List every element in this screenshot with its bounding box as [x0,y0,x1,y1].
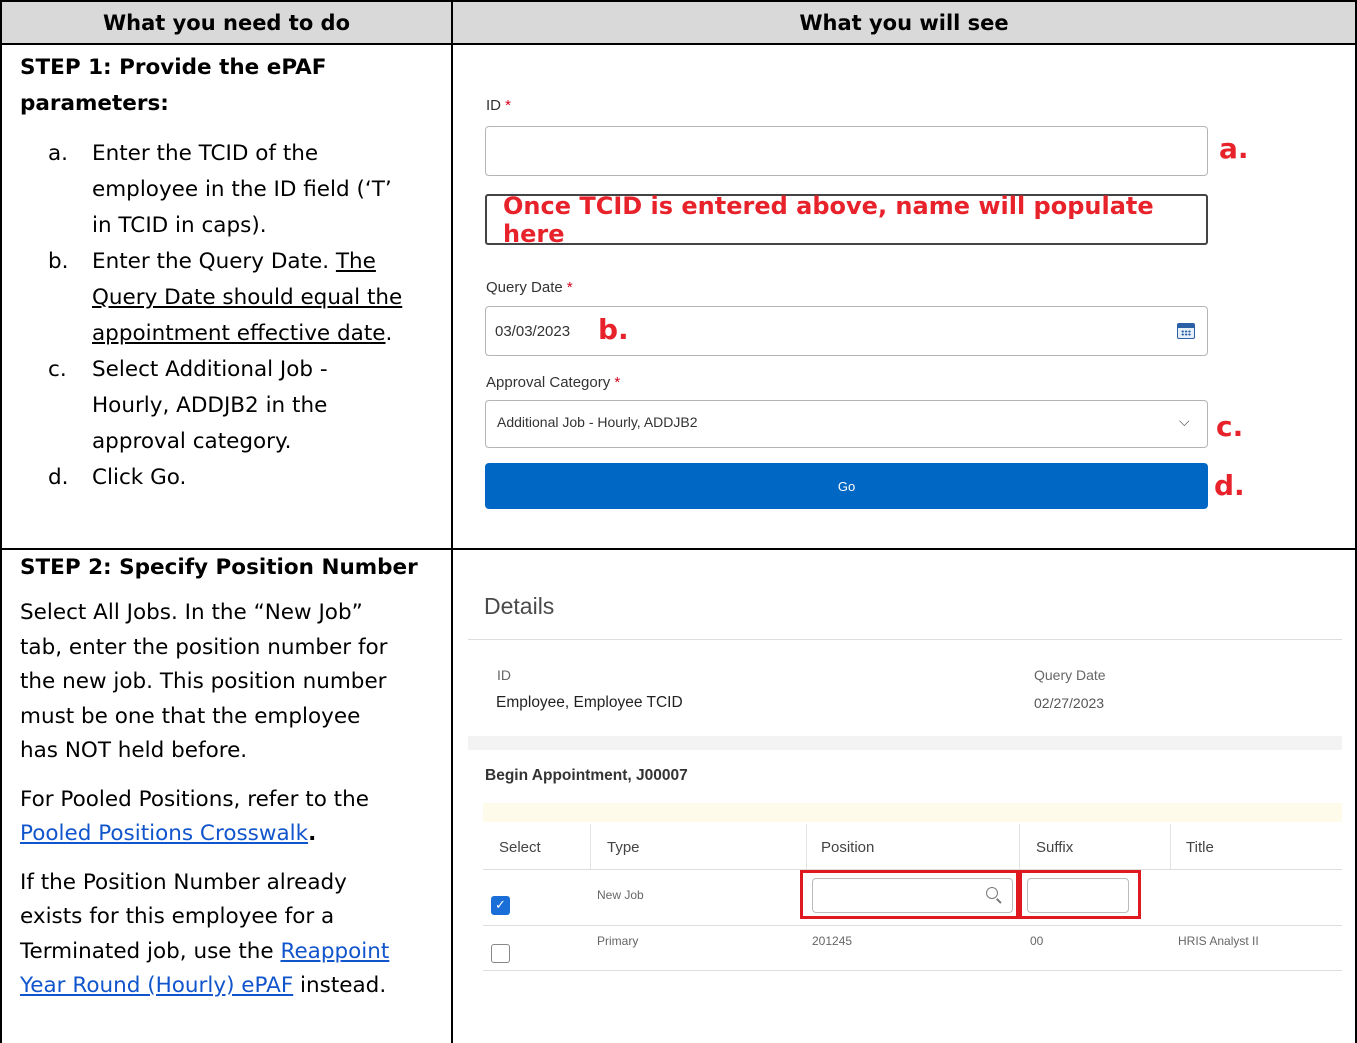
header-left: What you need to do [2,2,451,43]
step2-title: STEP 2: Specify Position Number [20,555,418,580]
step2-para2: For Pooled Positions, refer to the Poole… [20,786,369,847]
details-title: Details [484,593,555,619]
reappoint-link[interactable]: Reappoint [280,939,389,964]
col-type: Type [607,839,640,856]
list-item: d. Click Go. [48,465,187,490]
section-band [468,736,1342,750]
go-button[interactable]: Go [485,463,1208,509]
approval-category-value: Additional Job - Hourly, ADDJB2 [497,414,698,430]
select-checkbox-unchecked[interactable] [491,944,510,963]
calendar-icon[interactable] [1177,323,1195,339]
row-separator [483,925,1342,926]
approval-category-label: Approval Category * [486,374,621,391]
step1-title: STEP 1: Provide the ePAF parameters: [20,55,327,116]
callout-c: c. [1216,410,1244,443]
step2-instructions: STEP 2: Specify Position Number Select A… [20,550,445,1004]
row-position: 201245 [812,934,853,948]
details-separator [468,639,1342,640]
appointment-title: Begin Appointment, J00007 [485,767,688,784]
details-query-date-value: 02/27/2023 [1034,695,1105,711]
callout-d: d. [1214,469,1245,502]
query-date-value: 03/03/2023 [495,323,571,340]
reappoint-link-continued[interactable]: Year Round (Hourly) ePAF [20,973,293,998]
column-separator [590,824,591,869]
row-type: New Job [597,888,644,902]
position-search-input[interactable] [812,878,1013,913]
col-position: Position [821,839,875,856]
chevron-down-icon: ⌵ [1179,414,1190,430]
row-suffix: 00 [1030,934,1044,948]
suffix-input[interactable] [1027,878,1129,913]
header-divider [0,43,1357,45]
step2-para1: Select All Jobs. In the “New Job” tab, e… [20,600,388,763]
step1-instructions: STEP 1: Provide the ePAF parameters: a. … [20,50,445,496]
header-right: What you will see [453,2,1355,43]
col-title: Title [1186,839,1214,856]
step2-para3: If the Position Number already exists fo… [20,869,390,999]
list-item: c. Select Additional Job - Hourly, ADDJB… [48,357,328,454]
list-item: b. Enter the Query Date. The Query Date … [48,249,403,346]
column-separator [1019,824,1020,869]
callout-b: b. [598,313,629,346]
row-title: HRIS Analyst II [1178,934,1259,948]
column-separator [1170,824,1171,869]
details-query-date-label: Query Date [1034,667,1106,683]
id-input[interactable] [485,126,1208,176]
search-icon[interactable] [986,887,998,899]
col-suffix: Suffix [1036,839,1074,856]
list-item: a. Enter the TCID of the employee in the… [48,141,392,238]
row-type: Primary [597,934,639,948]
column-separator [806,824,807,869]
col-select: Select [499,839,541,856]
step1-list: a. Enter the TCID of the employee in the… [48,136,445,496]
highlight-band [483,803,1342,822]
callout-a: a. [1219,132,1249,165]
pooled-positions-link[interactable]: Pooled Positions Crosswalk [20,821,308,846]
select-checkbox-checked[interactable]: ✓ [491,896,510,915]
query-date-label: Query Date * [486,279,573,296]
name-notice: Once TCID is entered above, name will po… [485,192,1208,248]
details-id-value: Employee, Employee TCID [496,694,683,711]
query-date-input[interactable] [485,306,1208,356]
row-separator [483,970,1342,971]
id-label: ID * [486,97,512,114]
column-divider [451,0,453,1043]
details-id-label: ID [497,667,511,683]
table-border-left [0,0,2,1043]
